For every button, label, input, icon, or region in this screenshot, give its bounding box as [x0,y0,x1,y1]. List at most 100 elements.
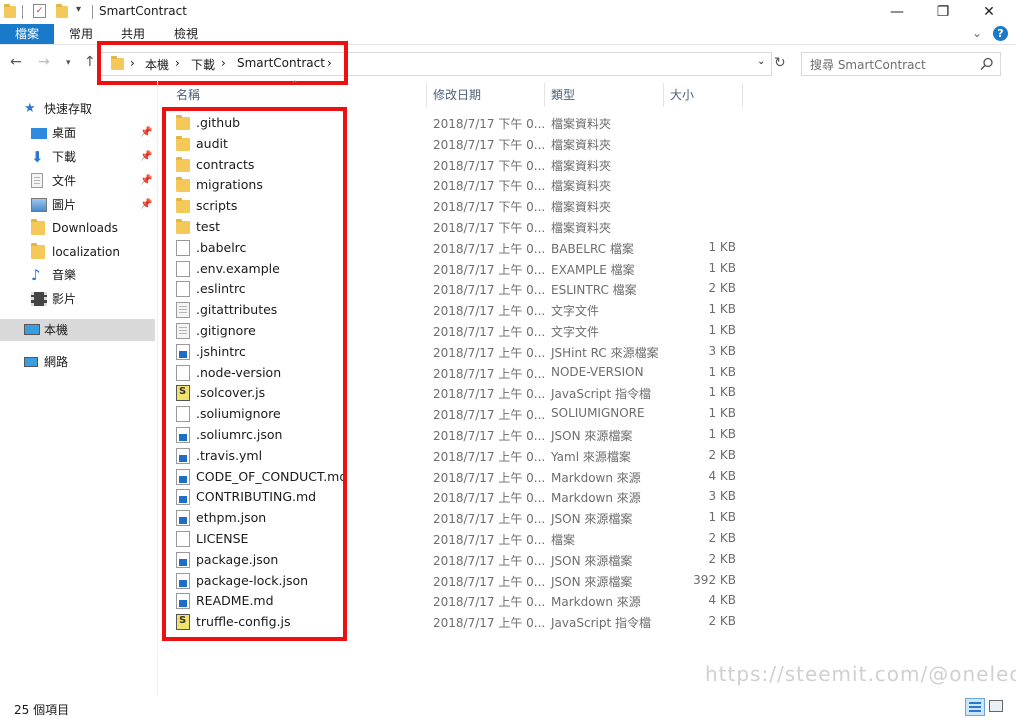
column-divider[interactable] [663,83,664,107]
details-view-icon[interactable] [965,698,985,716]
separator [22,5,23,19]
sidebar-item-quick-access[interactable]: ★ 快速存取 [0,98,155,120]
folder-icon [31,243,45,259]
column-header-size[interactable]: 大小 [670,83,694,107]
document-icon [31,173,43,188]
video-icon [31,292,47,306]
file-date: 2018/7/17 上午 0... [433,387,546,402]
file-size: 1 KB [708,302,736,317]
file-type: Markdown 來源 [551,470,641,485]
help-icon[interactable]: ? [993,26,1008,41]
music-icon: ♪ [31,266,41,284]
maximize-button[interactable]: ❐ [920,0,966,24]
file-date: 2018/7/17 上午 0... [433,283,546,298]
file-type: Markdown 來源 [551,595,641,610]
file-size: 1 KB [708,323,736,337]
tab-file[interactable]: 檔案 [0,24,54,44]
file-type: Yaml 來源檔案 [551,449,631,464]
recent-dropdown-icon[interactable]: ▾ [66,58,71,68]
sidebar-item-localization[interactable]: localization [0,241,155,263]
pin-icon[interactable]: 📌 [140,194,152,216]
computer-icon [24,324,40,335]
large-icons-view-icon[interactable] [989,700,1003,712]
file-type: 檔案資料夾 [551,179,612,194]
file-size: 1 KB [708,364,736,379]
sidebar-item-this-pc[interactable]: 本機 [0,319,155,341]
file-type: EXAMPLE 檔案 [551,262,635,277]
pin-icon[interactable]: 📌 [140,122,152,144]
file-size: 1 KB [708,510,736,525]
file-size: 4 KB [708,593,736,608]
column-header-row: 名稱 ⌃ 修改日期 類型 大小 [158,80,1016,107]
file-size: 1 KB [708,239,736,254]
pin-icon[interactable]: 📌 [140,170,152,192]
search-box[interactable]: 搜尋 SmartContract [801,52,1001,76]
file-size: 1 KB [708,385,736,400]
file-date: 2018/7/17 上午 0... [433,491,546,506]
file-type: JSON 來源檔案 [551,574,633,589]
separator [92,5,93,19]
properties-icon[interactable]: ✓ [33,4,46,18]
new-folder-icon[interactable] [56,4,68,18]
file-date: 2018/7/17 上午 0... [433,533,546,547]
file-size: 2 KB [708,614,736,629]
close-button[interactable]: ✕ [966,0,1012,24]
sidebar-item-videos[interactable]: 影片 [0,288,155,310]
search-icon[interactable] [980,57,994,71]
watermark-text: https://steemit.com/@oneleo [705,662,1016,686]
file-date: 2018/7/17 下午 0... [433,221,546,235]
sidebar-item-downloads-folder[interactable]: Downloads [0,217,155,239]
sidebar-item-pictures[interactable]: 圖片 📌 [0,194,155,216]
file-type: NODE-VERSION [551,364,644,379]
file-date: 2018/7/17 上午 0... [433,616,546,631]
column-header-name[interactable]: 名稱 [176,83,200,107]
column-header-type[interactable]: 類型 [551,83,575,107]
file-date: 2018/7/17 上午 0... [433,325,546,339]
file-type: ESLINTRC 檔案 [551,283,637,298]
network-icon [24,357,38,367]
file-type: JSON 來源檔案 [551,429,633,443]
desktop-icon [31,128,47,139]
sidebar-item-network[interactable]: 網路 [0,351,155,373]
file-type: Markdown 來源 [551,491,641,506]
column-divider[interactable] [742,83,743,107]
customize-toolbar-icon[interactable]: ▾ [76,4,81,15]
sidebar-item-music[interactable]: ♪ 音樂 [0,264,155,286]
file-date: 2018/7/17 上午 0... [433,429,546,443]
refresh-icon[interactable]: ↻ [774,55,786,71]
up-arrow-icon[interactable]: ↑ [84,54,96,70]
file-size: 2 KB [708,447,736,462]
file-type: JSON 來源檔案 [551,512,633,527]
file-type: JSON 來源檔案 [551,553,633,568]
pin-icon[interactable]: 📌 [140,146,152,168]
sidebar-item-desktop[interactable]: 桌面 📌 [0,122,155,144]
file-date: 2018/7/17 上午 0... [433,595,546,610]
column-divider[interactable] [544,83,545,107]
expand-ribbon-icon[interactable]: ⌄ [972,26,982,40]
address-dropdown-icon[interactable]: ⌄ [757,56,765,67]
file-date: 2018/7/17 下午 0... [433,158,546,173]
file-date: 2018/7/17 下午 0... [433,137,546,152]
forward-arrow-icon[interactable]: → [38,54,50,70]
navigation-pane: ★ 快速存取 桌面 📌 ⬇ 下載 📌 文件 📌 圖片 📌 Downloads l… [0,86,157,696]
file-date: 2018/7/17 上午 0... [433,553,546,568]
column-header-date[interactable]: 修改日期 [433,83,481,107]
back-arrow-icon[interactable]: ← [10,54,22,70]
sidebar-item-downloads[interactable]: ⬇ 下載 📌 [0,146,155,168]
file-size: 2 KB [708,531,736,545]
file-date: 2018/7/17 下午 0... [433,117,546,131]
minimize-button[interactable]: — [874,0,920,24]
file-size: 2 KB [708,551,736,566]
search-input[interactable]: 搜尋 SmartContract [810,56,926,73]
folder-icon [31,219,45,235]
file-type: SOLIUMIGNORE [551,406,645,421]
file-date: 2018/7/17 上午 0... [433,449,546,464]
file-size: 3 KB [708,489,736,504]
sidebar-item-documents[interactable]: 文件 📌 [0,170,155,192]
picture-icon [31,198,47,212]
file-type: 檔案資料夾 [551,200,612,215]
window-title: SmartContract [99,4,187,18]
column-divider[interactable] [426,83,427,107]
file-date: 2018/7/17 上午 0... [433,366,546,381]
file-date: 2018/7/17 下午 0... [433,179,546,194]
